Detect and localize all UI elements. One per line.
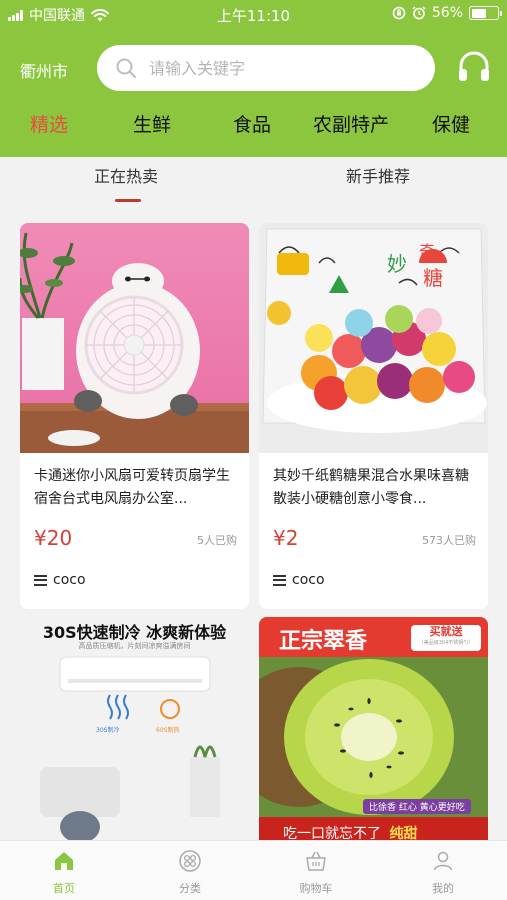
battery-icon [469, 6, 502, 20]
nav-cart[interactable]: 购物车 [281, 849, 351, 896]
product-image [20, 223, 249, 453]
product-sold-count: 573人已购 [422, 534, 476, 547]
category-tab-featured[interactable]: 精选 [30, 110, 68, 137]
top-header: 中国联通 上午11:10 56% 衢州市 请输入关键字 精选 生鲜 食品 农副特… [0, 0, 507, 157]
svg-text:糖: 糖 [423, 266, 443, 290]
search-icon [115, 57, 137, 79]
product-card[interactable]: 卡通迷你小风扇可爱转页扇学生宿舍台式电风扇办公室... ¥20 5人已购 coc… [20, 223, 249, 609]
user-icon [433, 851, 453, 871]
nav-profile[interactable]: 我的 [408, 849, 478, 896]
product-card[interactable]: 正宗翠香 买就送 （美品级304不锈钢勺） 比徐香 红心 黄心更好吃 吃一口就忘… [259, 617, 488, 847]
promo-headline: 30S快速制冷 冰爽新体验 [42, 623, 227, 642]
customer-service-icon[interactable] [455, 48, 493, 86]
city-selector[interactable]: 衢州市 [20, 58, 68, 82]
product-title: 卡通迷你小风扇可爱转页扇学生宿舍台式电风扇办公室... [34, 468, 230, 507]
product-image: 30S快速制冷 冰爽新体验 高品质压缩机，片刻间凉爽溢满房间 30S制冷 60S… [20, 617, 249, 847]
alarm-icon [412, 6, 426, 20]
nav-category-label: 分类 [179, 882, 201, 895]
svg-text:妙: 妙 [387, 252, 407, 276]
cooling-badge: 30S制冷 [96, 727, 120, 734]
category-tabs: 精选 生鲜 食品 农副特产 保健 [0, 110, 507, 150]
category-tab-health[interactable]: 保健 [432, 110, 470, 137]
heating-badge: 60S制热 [156, 727, 180, 734]
product-card[interactable]: 妙 奇 糖 其妙千纸鹤糖果混合水果味喜糖散装小硬糖创意小零食... ¥2 573… [259, 223, 488, 609]
gift-badge: 买就送 （美品级304不锈钢勺） [411, 625, 481, 651]
home-icon [55, 852, 73, 870]
active-tab-indicator [115, 199, 141, 202]
product-shop: coco [273, 572, 325, 588]
product-card[interactable]: 30S快速制冷 冰爽新体验 高品质压缩机，片刻间凉爽溢满房间 30S制冷 60S… [20, 617, 249, 847]
promo-subline: 高品质压缩机，片刻间凉爽溢满房间 [78, 642, 191, 650]
category-tab-specialty[interactable]: 农副特产 [313, 110, 389, 137]
category-tab-fresh[interactable]: 生鲜 [133, 110, 171, 137]
menu-icon [34, 574, 47, 586]
cart-icon [306, 851, 326, 871]
search-input[interactable] [149, 58, 409, 78]
product-image: 正宗翠香 买就送 （美品级304不锈钢勺） 比徐香 红心 黄心更好吃 吃一口就忘… [259, 617, 488, 847]
status-bar: 中国联通 上午11:10 56% [0, 0, 507, 28]
nav-home[interactable]: 首页 [29, 849, 99, 896]
bottom-nav: 首页 分类 购物车 我的 [0, 840, 507, 900]
nav-home-label: 首页 [53, 882, 75, 895]
category-tab-food[interactable]: 食品 [233, 110, 271, 137]
search-bar[interactable] [97, 45, 435, 91]
product-image: 妙 奇 糖 [259, 223, 488, 453]
svg-text:奇: 奇 [419, 242, 435, 261]
rotation-lock-icon [392, 6, 406, 20]
product-price: ¥20 [34, 526, 73, 550]
sub-tabs: 正在热卖 新手推荐 [0, 157, 507, 207]
category-icon [179, 850, 201, 872]
subtab-newbie-picks[interactable]: 新手推荐 [346, 163, 410, 187]
product-shop: coco [34, 572, 86, 588]
nav-cart-label: 购物车 [299, 882, 333, 895]
battery-percent: 56% [431, 5, 463, 21]
promo-headline: 正宗翠香 [279, 629, 368, 654]
menu-icon [273, 574, 286, 586]
product-sold-count: 5人已购 [197, 534, 237, 547]
shop-name: coco [292, 572, 325, 588]
product-price: ¥2 [273, 526, 299, 550]
promo-tagline: 比徐香 红心 黄心更好吃 [363, 799, 471, 814]
nav-category[interactable]: 分类 [155, 849, 225, 896]
shop-name: coco [53, 572, 86, 588]
product-title: 其妙千纸鹤糖果混合水果味喜糖散装小硬糖创意小零食... [273, 468, 469, 507]
subtab-hot-selling[interactable]: 正在热卖 [94, 163, 158, 187]
nav-profile-label: 我的 [432, 882, 454, 895]
